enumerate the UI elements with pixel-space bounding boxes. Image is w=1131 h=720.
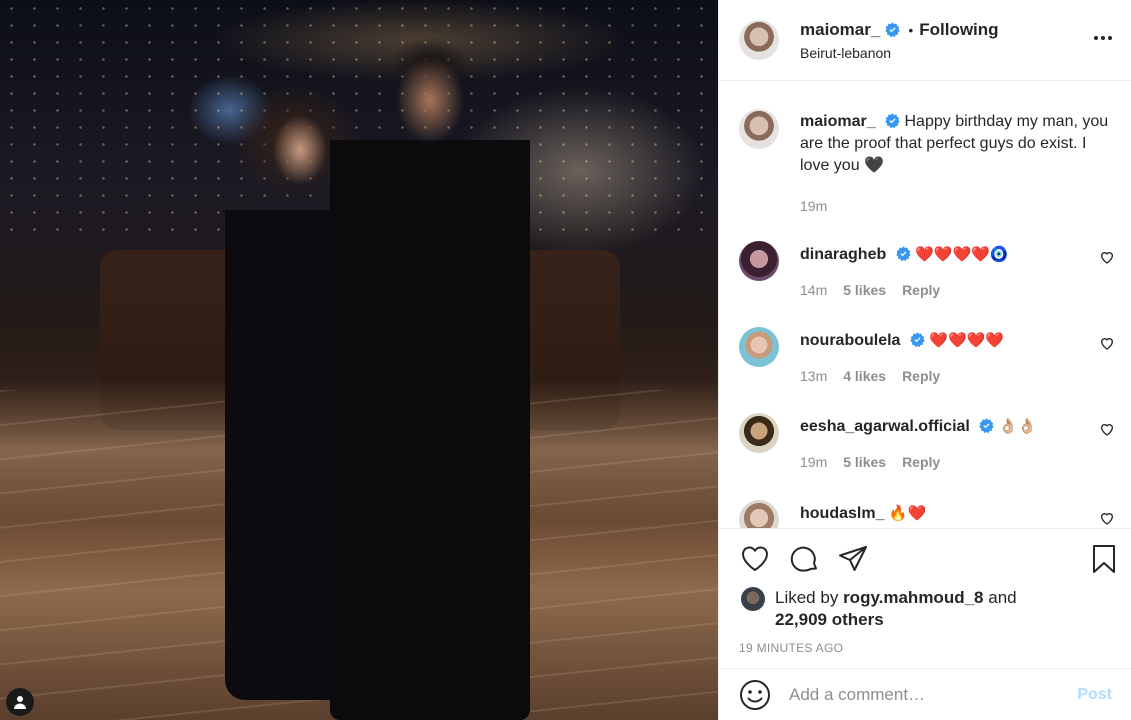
like-comment-heart-icon[interactable] (1099, 421, 1115, 437)
author-info: maiomar_ • Following Beirut-lebanon (800, 20, 999, 61)
author-avatar[interactable] (739, 20, 779, 60)
more-options-icon[interactable] (1091, 26, 1115, 50)
reply-button[interactable]: Reply (902, 279, 940, 301)
commenter-avatar[interactable] (739, 327, 779, 367)
separator-dot: • (908, 21, 914, 38)
like-comment-heart-icon[interactable] (1099, 249, 1115, 265)
post-location[interactable]: Beirut-lebanon (800, 45, 999, 61)
post-sidebar: maiomar_ • Following Beirut-lebanon maio… (718, 0, 1131, 720)
verified-badge-icon (885, 22, 900, 37)
comment-username[interactable]: eesha_agarwal.official (800, 418, 970, 435)
caption: maiomar_ Happy birthday my man, you are … (739, 109, 1115, 217)
commenter-avatar[interactable] (739, 413, 779, 453)
comment-text: 🔥❤️ (888, 504, 927, 522)
comment-time[interactable]: 19m (800, 451, 827, 473)
caption-username[interactable]: maiomar_ (800, 113, 876, 130)
post-comment-button[interactable]: Post (1077, 686, 1112, 704)
reply-button[interactable]: Reply (902, 451, 940, 473)
instagram-post-view: maiomar_ • Following Beirut-lebanon maio… (0, 0, 1131, 720)
verified-badge-icon (895, 246, 911, 261)
likes-others-count[interactable]: 22,909 others (775, 610, 884, 629)
commenter-avatar[interactable] (739, 241, 779, 281)
comment-text: ❤️❤️❤️❤️🧿 (915, 245, 1009, 263)
post-timestamp[interactable]: 19 MINUTES AGO (739, 641, 843, 655)
reply-button[interactable]: Reply (902, 365, 940, 387)
comment-time[interactable]: 14m (800, 279, 827, 301)
likes-connector: and (988, 588, 1017, 607)
comment-username[interactable]: dinaragheb (800, 246, 886, 263)
comment-username[interactable]: houdaslm_ (800, 505, 884, 522)
comment-text: ❤️❤️❤️❤️ (929, 331, 1005, 349)
caption-author-avatar[interactable] (739, 109, 779, 149)
commenter-avatar[interactable] (739, 500, 779, 529)
comment-item: eesha_agarwal.official 👌🏼👌🏼 19m 5 likes … (739, 413, 1115, 473)
liker-username[interactable]: rogy.mahmoud_8 (843, 588, 983, 607)
like-comment-heart-icon[interactable] (1099, 335, 1115, 351)
share-direct-icon[interactable] (837, 543, 869, 575)
comment-time[interactable]: 13m (800, 365, 827, 387)
photo-person-man (330, 20, 530, 720)
comments-list[interactable]: maiomar_ Happy birthday my man, you are … (719, 81, 1131, 529)
user-tag-icon[interactable] (6, 688, 34, 716)
likes-summary: Liked by rogy.mahmoud_8 and 22,909 other… (741, 587, 1017, 631)
caption-time[interactable]: 19m (800, 195, 827, 217)
like-heart-icon[interactable] (739, 543, 771, 575)
liker-avatar[interactable] (741, 587, 765, 611)
like-comment-heart-icon[interactable] (1099, 510, 1115, 526)
post-actions: Liked by rogy.mahmoud_8 and 22,909 other… (719, 528, 1131, 668)
comment-item: nouraboulela ❤️❤️❤️❤️ 13m 4 likes Reply (739, 327, 1115, 387)
verified-badge-icon (979, 418, 994, 433)
comment-bubble-icon[interactable] (789, 543, 821, 575)
comment-likes[interactable]: 4 likes (843, 365, 886, 387)
author-username[interactable]: maiomar_ (800, 20, 880, 40)
emoji-smiley-icon[interactable] (739, 679, 771, 711)
comment-username[interactable]: nouraboulela (800, 332, 900, 349)
comment-item: houdaslm_ 🔥❤️ (739, 500, 1115, 529)
comment-likes[interactable]: 5 likes (843, 451, 886, 473)
comment-text: 👌🏼👌🏼 (998, 417, 1037, 435)
add-comment-bar: Post (719, 668, 1131, 720)
comment-item: dinaragheb ❤️❤️❤️❤️🧿 14m 5 likes Reply (739, 241, 1115, 301)
following-button[interactable]: Following (919, 20, 998, 40)
verified-badge-icon (885, 113, 900, 128)
save-bookmark-icon[interactable] (1088, 543, 1120, 575)
verified-badge-icon (910, 332, 925, 347)
comment-input[interactable] (789, 684, 1068, 705)
post-photo[interactable] (0, 0, 718, 720)
post-header: maiomar_ • Following Beirut-lebanon (719, 0, 1131, 81)
liked-by-prefix: Liked by (775, 588, 839, 607)
comment-likes[interactable]: 5 likes (843, 279, 886, 301)
